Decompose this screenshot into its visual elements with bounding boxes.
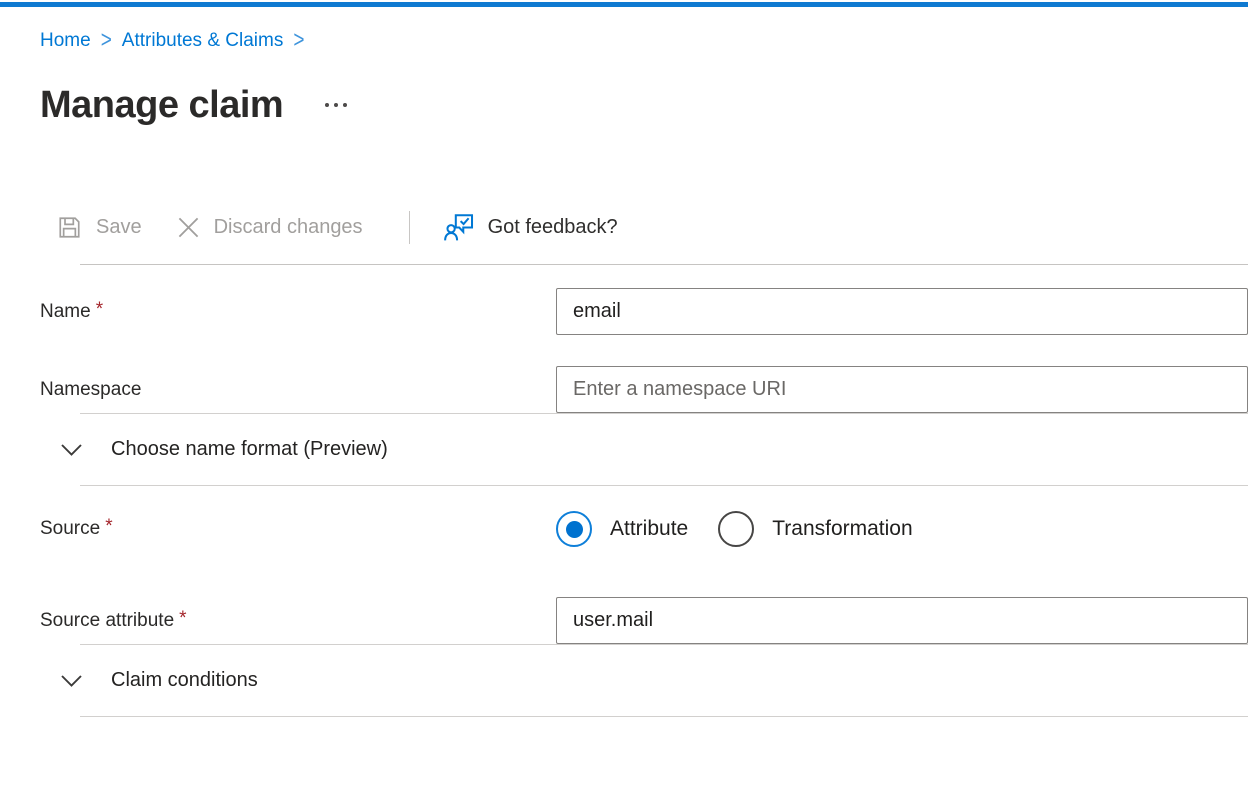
breadcrumb-separator: >	[293, 25, 304, 58]
save-button-label: Save	[96, 216, 142, 239]
radio-transformation[interactable]: Transformation	[718, 511, 912, 547]
save-button[interactable]: Save	[56, 214, 142, 241]
namespace-input[interactable]	[556, 366, 1248, 413]
breadcrumb-separator: >	[101, 25, 112, 58]
discard-changes-label: Discard changes	[214, 216, 363, 239]
radio-attribute-label: Attribute	[610, 517, 688, 541]
source-attribute-label: Source attribute*	[40, 610, 556, 632]
toolbar-separator	[409, 211, 410, 244]
more-options-icon[interactable]	[321, 97, 351, 113]
name-field-row: Name*	[40, 288, 1248, 335]
radio-transformation-label: Transformation	[772, 517, 912, 541]
breadcrumb-link-attributes-claims[interactable]: Attributes & Claims	[122, 28, 284, 54]
source-field-row: Source* Attribute Transformation	[40, 511, 1248, 547]
feedback-icon	[443, 211, 475, 243]
section-label: Choose name format (Preview)	[111, 438, 388, 461]
page-title: Manage claim	[40, 80, 283, 130]
radio-attribute[interactable]: Attribute	[556, 511, 688, 547]
source-attribute-field-row: Source attribute*	[40, 597, 1248, 644]
radio-selected-icon	[556, 511, 592, 547]
chevron-down-icon	[60, 443, 83, 457]
required-asterisk: *	[105, 516, 112, 537]
discard-changes-button[interactable]: Discard changes	[176, 215, 363, 240]
source-label: Source*	[40, 518, 556, 540]
namespace-field-row: Namespace	[40, 366, 1248, 413]
section-claim-conditions[interactable]: Claim conditions	[40, 645, 1248, 716]
command-bar: Save Discard changes Got feedback?	[40, 208, 1248, 246]
divider	[80, 716, 1248, 717]
required-asterisk: *	[179, 608, 186, 629]
namespace-label: Namespace	[40, 379, 556, 401]
name-label: Name*	[40, 301, 556, 323]
save-icon	[56, 214, 83, 241]
page-content: Home > Attributes & Claims > Manage clai…	[0, 28, 1248, 717]
radio-unselected-icon	[718, 511, 754, 547]
divider	[80, 264, 1248, 265]
name-input[interactable]	[556, 288, 1248, 335]
got-feedback-button[interactable]: Got feedback?	[443, 211, 618, 243]
title-row: Manage claim	[40, 80, 1248, 130]
section-choose-name-format[interactable]: Choose name format (Preview)	[40, 414, 1248, 485]
source-radio-group: Attribute Transformation	[556, 511, 913, 547]
chevron-down-icon	[60, 674, 83, 688]
section-label: Claim conditions	[111, 669, 258, 692]
breadcrumb-link-home[interactable]: Home	[40, 28, 91, 54]
close-icon	[176, 215, 201, 240]
divider	[80, 485, 1248, 486]
top-accent-bar	[0, 2, 1248, 7]
breadcrumb: Home > Attributes & Claims >	[40, 28, 1248, 54]
required-asterisk: *	[96, 299, 103, 320]
source-attribute-input[interactable]	[556, 597, 1248, 644]
got-feedback-label: Got feedback?	[488, 216, 618, 239]
